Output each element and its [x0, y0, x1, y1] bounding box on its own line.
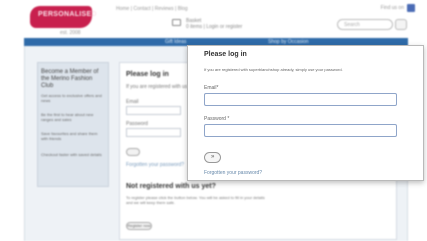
popup-password-field[interactable] — [204, 124, 397, 137]
login-heading: Please log in — [126, 71, 169, 78]
password-field[interactable] — [126, 128, 181, 137]
top-links[interactable]: Home | Contact | Reviews | Blog — [116, 6, 188, 12]
register-heading: Not registered with us yet? — [126, 183, 216, 190]
basket-summary[interactable]: Basket 0 items | Login or register — [186, 18, 242, 30]
logo-text: PERSONALISED — [38, 11, 97, 18]
social-label: Find us on — [380, 5, 404, 11]
login-submit-button[interactable] — [126, 148, 140, 156]
popup-intro: If you are registered with superblanchsh… — [204, 67, 343, 72]
basket-icon[interactable] — [172, 19, 181, 26]
sidebar-paragraph: Get access to exclusive offers and news — [41, 93, 102, 103]
sidebar-paragraph: Checkout faster with saved details — [41, 152, 102, 157]
facebook-icon[interactable] — [407, 4, 415, 12]
register-button[interactable]: Register now — [126, 222, 152, 230]
basket-login-text: 0 items | Login or register — [186, 24, 243, 30]
popup-email-field[interactable] — [204, 93, 397, 106]
sidebar-paragraph: Save favourites and share them with frie… — [41, 131, 98, 141]
popup-title: Please log in — [204, 51, 247, 58]
popup-password-label: Password * — [204, 116, 230, 122]
popup-submit-button[interactable]: » — [204, 152, 221, 163]
forgot-password-link[interactable]: Forgotten your password? — [126, 162, 184, 168]
social-links: Find us on — [381, 4, 415, 12]
password-label: Password — [126, 121, 148, 127]
sidebar-paragraph: Be the first to hear about new ranges an… — [41, 112, 94, 122]
register-text: To register please click the button belo… — [126, 195, 265, 205]
email-label: Email — [126, 99, 139, 105]
double-arrow-icon: » — [211, 154, 215, 160]
site-tagline: est. 2008 — [60, 30, 81, 36]
popup-email-label: Email* — [204, 85, 219, 91]
nav-item-gift-ideas[interactable]: Gift Ideas — [165, 39, 186, 45]
search-button[interactable] — [395, 19, 407, 30]
email-field[interactable] — [126, 106, 181, 115]
login-popup — [187, 45, 424, 181]
sidebar-title: Become a Member of the Merino Fashion Cl… — [41, 69, 99, 89]
popup-forgot-password-link[interactable]: Forgotten your password? — [204, 170, 262, 176]
search-input[interactable]: Search — [337, 19, 393, 30]
